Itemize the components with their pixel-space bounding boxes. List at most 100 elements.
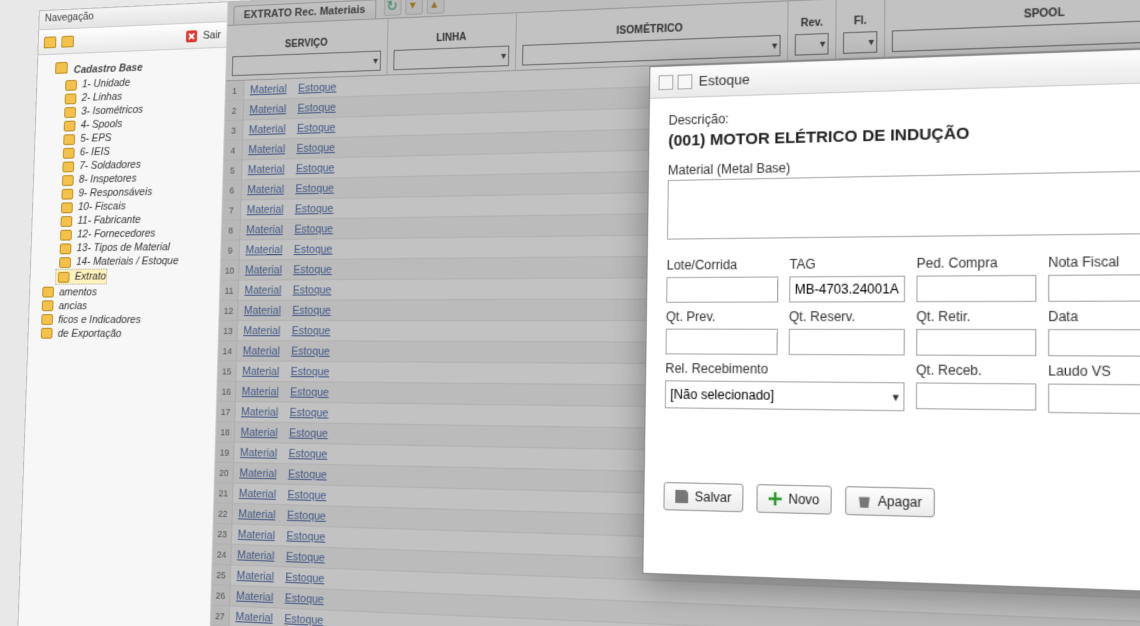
filter-servico-select[interactable]: ▾ [232,51,381,77]
filter-rev-select[interactable]: ▾ [795,33,829,56]
qtreceb-input[interactable] [916,382,1036,410]
tree-item[interactable]: amentos [35,284,216,299]
link-material[interactable]: Material [248,139,285,159]
link-material[interactable]: Material [235,607,273,626]
link-material[interactable]: Material [240,422,278,442]
link-material[interactable]: Material [242,361,280,381]
link-material[interactable]: Material [248,159,285,179]
link-material[interactable]: Material [243,321,280,340]
link-estoque[interactable]: Estoque [291,341,330,361]
link-estoque[interactable]: Estoque [294,239,333,259]
filter-fl-select[interactable]: ▾ [843,31,878,54]
link-material[interactable]: Material [245,240,282,260]
link-material[interactable]: Material [250,79,287,99]
link-material[interactable]: Material [237,524,275,545]
pedcompra-input[interactable] [916,275,1036,302]
row-number: 8 [222,220,241,239]
link-material[interactable]: Material [241,402,279,422]
qtprev-input[interactable] [665,329,777,355]
link-material[interactable]: Material [245,260,282,279]
tree-item[interactable]: ficos e Indicadores [34,312,215,326]
export-up-icon[interactable] [426,0,444,14]
export-down-icon[interactable] [405,0,423,15]
link-estoque[interactable]: Estoque [292,301,331,320]
collapse-icon[interactable] [61,35,74,47]
link-material[interactable]: Material [249,119,286,139]
link-material[interactable]: Material [240,443,278,463]
link-material[interactable]: Material [244,301,281,320]
link-estoque[interactable]: Estoque [286,547,325,568]
link-estoque[interactable]: Estoque [298,77,337,97]
link-estoque[interactable]: Estoque [285,588,325,609]
link-material[interactable]: Material [246,200,283,220]
link-estoque[interactable]: Estoque [287,505,326,526]
page-icon [42,287,54,298]
link-material[interactable]: Material [237,545,275,566]
data-input[interactable] [1048,329,1140,357]
tree-item-label: 3- Isométricos [81,104,143,118]
link-estoque[interactable]: Estoque [296,158,335,178]
filter-iso-select[interactable]: ▾ [522,35,781,66]
link-estoque[interactable]: Estoque [297,118,336,138]
link-estoque[interactable]: Estoque [286,526,325,547]
lote-input[interactable] [666,276,778,302]
dialog-refresh-icon[interactable] [677,74,692,89]
link-material[interactable]: Material [238,504,276,525]
notafiscal-input[interactable] [1048,274,1140,302]
page-icon [65,79,77,90]
link-estoque[interactable]: Estoque [295,199,334,219]
link-estoque[interactable]: Estoque [295,178,334,198]
link-estoque[interactable]: Estoque [290,362,329,382]
page-icon [58,271,70,282]
link-estoque[interactable]: Estoque [293,260,332,280]
link-estoque[interactable]: Estoque [288,444,327,464]
laudovs-select[interactable]: ▾ [1048,383,1140,414]
exit-icon[interactable] [186,30,197,42]
link-material[interactable]: Material [236,586,274,607]
link-material[interactable]: Material [246,220,283,240]
tree-item-selected[interactable]: Extrato [55,269,107,285]
save-button[interactable]: Salvar [663,482,743,512]
link-material[interactable]: Material [236,566,274,587]
link-material[interactable]: Material [247,179,284,199]
filter-linha-select[interactable]: ▾ [393,45,509,70]
tree-item[interactable]: 14- Materiais / Estoque [36,254,216,269]
link-material[interactable]: Material [249,99,286,119]
link-material[interactable]: Material [244,280,281,299]
tree-item[interactable]: de Exportação [34,326,215,340]
tree-item[interactable]: ancias [35,298,216,312]
tree-item-label: amentos [59,286,97,298]
row-number: 9 [221,240,240,259]
qtretir-input[interactable] [916,329,1036,356]
link-material[interactable]: Material [239,463,277,483]
link-material[interactable]: Material [243,341,281,360]
link-estoque[interactable]: Estoque [291,321,330,340]
delete-button[interactable]: Apagar [845,486,935,517]
link-estoque[interactable]: Estoque [293,280,332,300]
link-material[interactable]: Material [239,484,277,504]
new-button[interactable]: Novo [756,484,831,515]
tree-item-label: ficos e Indicadores [58,314,141,326]
exit-label[interactable]: Sair [203,29,221,42]
tag-input[interactable] [789,276,905,303]
link-estoque[interactable]: Estoque [297,98,336,118]
row-number: 16 [217,382,236,401]
new-button-label: Novo [788,491,819,507]
link-estoque[interactable]: Estoque [294,219,333,239]
link-estoque[interactable]: Estoque [284,609,324,626]
link-estoque[interactable]: Estoque [285,567,324,588]
material-textarea[interactable] [667,168,1140,239]
qtreserv-input[interactable] [789,329,905,356]
page-icon [61,188,73,199]
link-estoque[interactable]: Estoque [289,423,328,443]
link-estoque[interactable]: Estoque [287,485,326,506]
link-estoque[interactable]: Estoque [289,403,328,423]
expand-icon[interactable] [44,36,57,48]
link-estoque[interactable]: Estoque [296,138,335,158]
refresh-icon[interactable] [383,0,401,16]
link-estoque[interactable]: Estoque [290,382,329,402]
tree-item-label: Extrato [75,271,107,283]
link-material[interactable]: Material [241,382,279,402]
relreceb-select[interactable]: [Não selecionado] ▾ [665,380,905,411]
link-estoque[interactable]: Estoque [288,464,327,484]
